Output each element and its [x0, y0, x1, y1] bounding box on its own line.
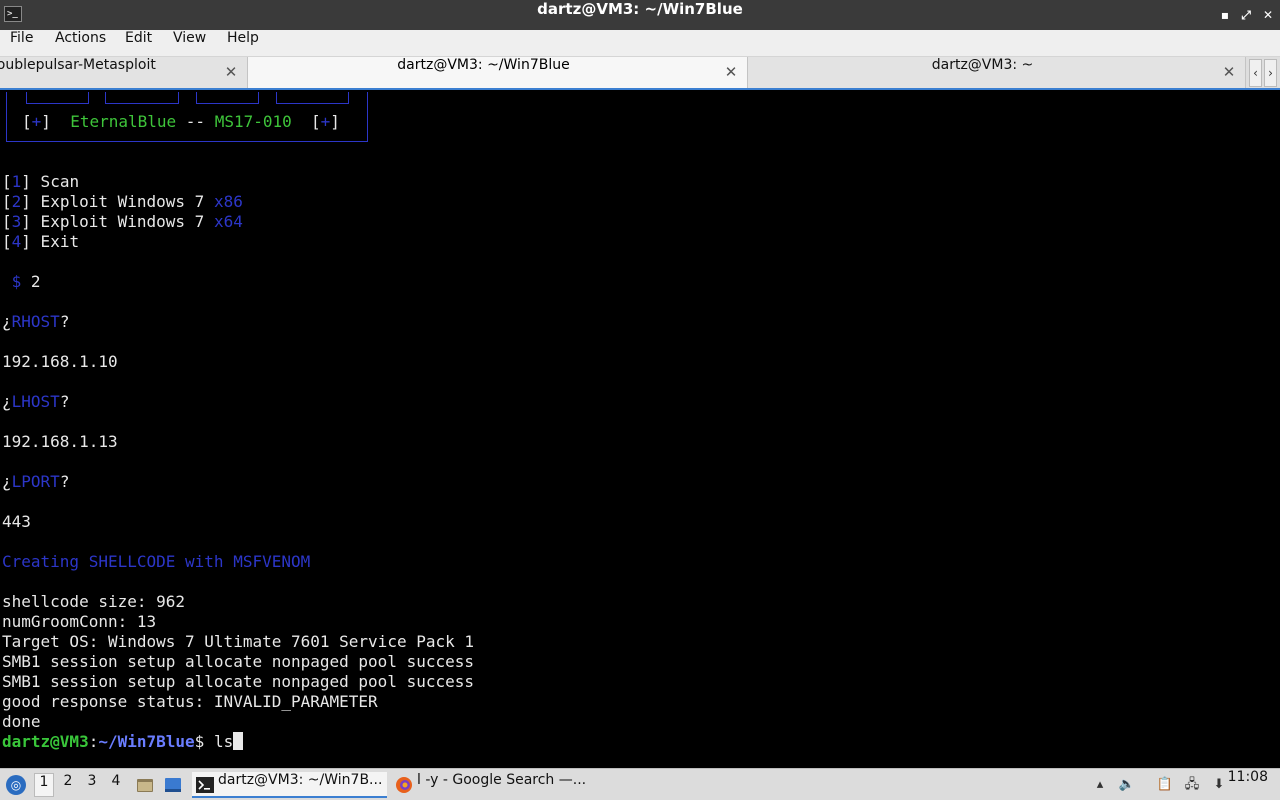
taskbar: ◎ 1 2 3 4 dartz@VM3: ~/Win7B... l -y - G… [0, 768, 1280, 800]
firefox-icon [396, 777, 412, 793]
minimize-button[interactable]: ▪ [1216, 6, 1234, 24]
lport-prompt: ¿LPORT? [2, 472, 70, 491]
tab-doublepulsar[interactable]: Doublepulsar-Metasploit ✕ [0, 57, 248, 88]
banner-decoration [26, 92, 89, 104]
banner-title: [+] EternalBlue -- MS17-010 [+] [22, 112, 340, 131]
prompt-path: ~/Win7Blue [98, 732, 195, 751]
network-icon[interactable]: 🖧 [1183, 776, 1201, 794]
lport-value: 443 [2, 512, 31, 531]
workspace-3[interactable]: 3 [82, 773, 102, 797]
output-line: good response status: INVALID_PARAMETER [2, 692, 378, 711]
workspace-2[interactable]: 2 [58, 773, 78, 797]
window-title: dartz@VM3: ~/Win7Blue [537, 0, 743, 18]
menu-option-x64: [3] Exploit Windows 7 x64 [2, 212, 243, 231]
rhost-prompt: ¿RHOST? [2, 312, 70, 331]
tab-win7blue[interactable]: dartz@VM3: ~/Win7Blue ✕ [248, 57, 748, 88]
tab-scroll-left-icon[interactable]: ‹ [1249, 59, 1262, 87]
tab-label: Doublepulsar-Metasploit [0, 57, 156, 73]
output-line: shellcode size: 962 [2, 592, 186, 611]
menu-file[interactable]: File [10, 30, 33, 57]
banner-decoration [105, 92, 179, 104]
terminal-icon [196, 777, 214, 793]
command-input[interactable]: ls [214, 732, 233, 751]
creating-shellcode-line: Creating SHELLCODE with MSFVENOM [2, 552, 311, 571]
update-icon[interactable]: ⬇ [1210, 776, 1228, 794]
menu-bar: File Actions Edit View Help [0, 30, 1280, 57]
taskbar-task-firefox[interactable]: l -y - Google Search —... [391, 772, 591, 798]
rhost-value: 192.168.1.10 [2, 352, 118, 371]
tab-scroll-right-icon[interactable]: › [1264, 59, 1277, 87]
clipboard-icon[interactable]: 📋 [1156, 776, 1174, 794]
menu-actions[interactable]: Actions [55, 30, 106, 57]
window-titlebar: >_ dartz@VM3: ~/Win7Blue ▪ ⤢ ✕ [0, 0, 1280, 30]
output-line: numGroomConn: 13 [2, 612, 157, 631]
menu-help[interactable]: Help [227, 30, 259, 57]
tab-home[interactable]: dartz@VM3: ~ ✕ [748, 57, 1246, 88]
banner-decoration [196, 92, 259, 104]
menu-view[interactable]: View [173, 30, 206, 57]
output-line: SMB1 session setup allocate nonpaged poo… [2, 652, 475, 671]
shell-prompt-line[interactable]: dartz@VM3:~/Win7Blue$ ls [2, 732, 244, 752]
prompt-user: dartz@VM3 [2, 732, 89, 751]
maximize-button[interactable]: ⤢ [1237, 6, 1255, 24]
output-line: SMB1 session setup allocate nonpaged poo… [2, 672, 475, 691]
tab-close-icon[interactable]: ✕ [1221, 63, 1237, 81]
lhost-value: 192.168.1.13 [2, 432, 118, 451]
volume-icon[interactable]: 🔈 [1118, 776, 1136, 794]
show-desktop-icon[interactable] [164, 776, 182, 794]
close-window-button[interactable]: ✕ [1259, 6, 1277, 24]
menu-option-scan: [1] Scan [2, 172, 80, 191]
text-cursor [233, 732, 244, 750]
tray-arrow-up-icon[interactable]: ▴ [1091, 776, 1109, 794]
workspace-4[interactable]: 4 [106, 773, 126, 797]
taskbar-task-terminal[interactable]: dartz@VM3: ~/Win7B... [192, 772, 387, 798]
tab-bar: Doublepulsar-Metasploit ✕ dartz@VM3: ~/W… [0, 57, 1280, 90]
menu-option-x86: [2] Exploit Windows 7 x86 [2, 192, 243, 211]
workspace-1[interactable]: 1 [34, 773, 54, 797]
choice-line: $ 2 [11, 272, 41, 291]
tab-close-icon[interactable]: ✕ [723, 63, 739, 81]
file-manager-icon[interactable] [136, 776, 154, 794]
tab-close-icon[interactable]: ✕ [223, 63, 239, 81]
tab-label: dartz@VM3: ~/Win7Blue [397, 57, 570, 73]
terminal-output[interactable]: [+] EternalBlue -- MS17-010 [+] [1] Scan… [0, 92, 1280, 768]
lhost-prompt: ¿LHOST? [2, 392, 70, 411]
start-menu-icon[interactable]: ◎ [6, 775, 26, 795]
banner-decoration [276, 92, 349, 104]
output-line: done [2, 712, 41, 731]
menu-edit[interactable]: Edit [125, 30, 152, 57]
menu-option-exit: [4] Exit [2, 232, 80, 251]
clock[interactable]: 11:08 [1228, 769, 1268, 800]
tab-label: dartz@VM3: ~ [931, 57, 1034, 73]
output-line: Target OS: Windows 7 Ultimate 7601 Servi… [2, 632, 475, 651]
